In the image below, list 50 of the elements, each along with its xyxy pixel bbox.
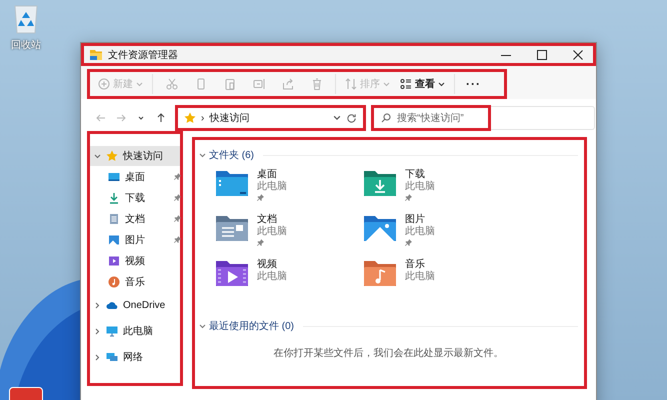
view-button[interactable]: 查看 — [396, 73, 449, 95]
address-bar[interactable]: › 快速访问 — [175, 105, 366, 131]
sidebar-item-label: 快速访问 — [123, 150, 163, 163]
folder-name: 桌面 — [257, 169, 278, 180]
icon-label: 回收站 — [11, 38, 41, 52]
sidebar-item-label: 音乐 — [125, 276, 145, 288]
folder-name: 文档 — [257, 214, 278, 226]
sidebar-item[interactable]: 此电脑 — [90, 318, 180, 344]
folder-location: 此电脑 — [257, 226, 287, 238]
breadcrumb-separator: › — [201, 112, 204, 124]
sidebar-item[interactable]: 图片 — [90, 229, 180, 250]
window-title: 文件资源管理器 — [108, 48, 179, 62]
folder-location: 此电脑 — [257, 271, 287, 283]
sidebar-item[interactable]: 网络 — [90, 344, 180, 370]
folder-item[interactable]: 下载 此电脑 — [363, 169, 511, 214]
folder-item[interactable]: 图片 此电脑 — [363, 214, 511, 259]
folder-item[interactable]: 音乐 此电脑 — [363, 259, 511, 304]
sidebar-item[interactable]: 音乐 — [90, 271, 180, 292]
sidebar-item-label: OneDrive — [123, 300, 166, 310]
sidebar-item[interactable]: 视频 — [90, 250, 180, 271]
folder-location: 此电脑 — [405, 226, 435, 238]
folder-name: 图片 — [405, 214, 426, 226]
sidebar-item[interactable]: 文档 — [90, 208, 180, 229]
sidebar-item-label: 网络 — [123, 351, 143, 364]
search-input[interactable]: 搜索“快速访问” — [397, 107, 594, 129]
folder-name: 视频 — [257, 259, 278, 270]
folder-name: 下载 — [405, 169, 426, 180]
more-button[interactable]: ··· — [460, 73, 487, 95]
folder-name: 音乐 — [405, 259, 426, 270]
sidebar-item-label: 文档 — [125, 212, 145, 226]
section-header[interactable]: 最近使用的文件 (0) — [209, 319, 294, 333]
sidebar-item-label: 下载 — [125, 192, 145, 204]
empty-message: 在你打开某些文件后，我们会在此处显示最新文件。 — [272, 346, 504, 360]
sidebar-item[interactable]: 快速访问 — [90, 146, 180, 166]
breadcrumb-item[interactable]: 快速访问 — [209, 111, 328, 125]
sidebar-item-label: 此电脑 — [123, 324, 153, 338]
sidebar-item-label: 桌面 — [125, 170, 145, 184]
section-header[interactable]: 文件夹 (6) — [209, 148, 254, 162]
search-field[interactable]: 搜索“快速访问” — [372, 106, 595, 130]
folder-item[interactable]: 桌面 此电脑 — [215, 169, 363, 214]
folder-item[interactable]: 文档 此电脑 — [215, 214, 363, 259]
sidebar-item[interactable]: 下载 — [90, 187, 180, 208]
sidebar-item[interactable]: 桌面 — [90, 166, 180, 187]
folder-location: 此电脑 — [405, 181, 435, 193]
folder-item[interactable]: 视频 此电脑 — [215, 259, 363, 304]
sidebar-item-label: 视频 — [125, 254, 145, 268]
folder-location: 此电脑 — [257, 181, 287, 193]
sidebar-item[interactable]: OneDrive — [90, 292, 180, 318]
folder-location: 此电脑 — [405, 271, 435, 283]
sidebar-item-label: 图片 — [125, 234, 145, 246]
